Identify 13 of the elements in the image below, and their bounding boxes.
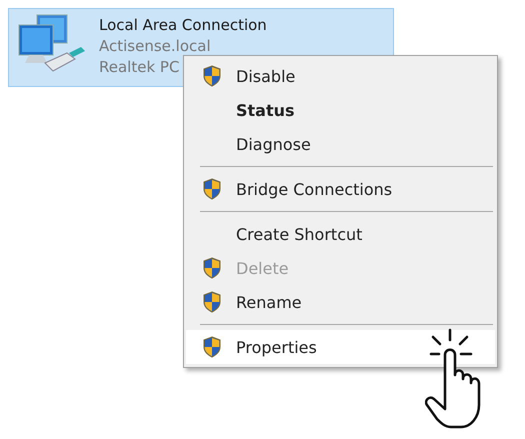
menu-item[interactable]: Properties	[186, 330, 495, 364]
shield-icon	[202, 336, 222, 358]
connection-detail: Actisense.local	[99, 37, 212, 55]
shield-icon	[202, 178, 222, 200]
menu-item[interactable]: Status	[186, 93, 495, 127]
shield-icon	[202, 257, 222, 279]
shield-icon	[202, 291, 222, 313]
connection-name: Local Area Connection	[99, 16, 267, 34]
shield-icon	[202, 65, 222, 87]
menu-item[interactable]: Bridge Connections	[186, 172, 495, 206]
menu-item[interactable]: Create Shortcut	[186, 217, 495, 251]
menu-item[interactable]: Rename	[186, 285, 495, 319]
menu-item[interactable]: Diagnose	[186, 127, 495, 161]
